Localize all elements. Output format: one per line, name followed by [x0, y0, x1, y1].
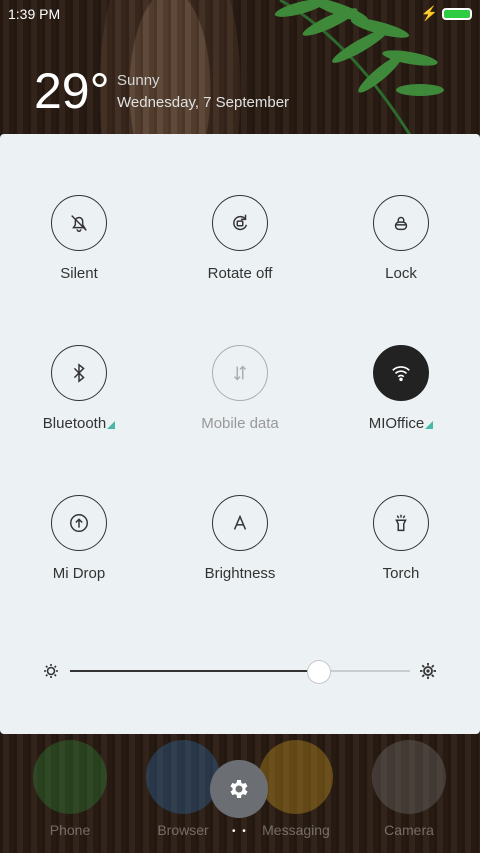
tile-mi-drop[interactable]: Mi Drop — [0, 495, 159, 582]
camera-icon — [372, 740, 446, 814]
battery-icon — [442, 8, 472, 20]
tile-torch[interactable]: Torch — [321, 495, 480, 582]
tile-mobile-data[interactable]: Mobile data — [160, 345, 320, 432]
tile-label: Lock — [385, 265, 417, 282]
tile-label: Silent — [60, 265, 98, 282]
dock-app-phone[interactable]: Phone — [20, 740, 120, 838]
tile-brightness[interactable]: Brightness — [160, 495, 320, 582]
tile-label: Brightness — [204, 565, 276, 582]
settings-button[interactable] — [210, 760, 268, 818]
dock-label: Browser — [157, 822, 209, 838]
weather-condition: Sunny — [117, 72, 160, 89]
phone-icon — [33, 740, 107, 814]
mobile-data-icon — [212, 345, 268, 401]
page-indicator: • • — [232, 826, 248, 837]
tile-silent[interactable]: Silent — [0, 195, 159, 282]
tile-label: MIOffice — [368, 415, 425, 432]
status-bar: 1:39 PM ⚡ — [0, 0, 480, 28]
dock-label: Camera — [384, 822, 434, 838]
expand-indicator-icon[interactable] — [425, 421, 434, 429]
bell-off-icon — [51, 195, 107, 251]
dock-label: Phone — [49, 822, 91, 838]
lock-icon — [373, 195, 429, 251]
dock-label: Messaging — [262, 822, 330, 838]
weather-temperature[interactable]: 29° — [34, 62, 110, 120]
charging-icon: ⚡ — [420, 5, 438, 21]
tile-label-wrap: MIOffice — [321, 415, 480, 432]
gear-icon — [230, 780, 248, 798]
tile-lock[interactable]: Lock — [321, 195, 480, 282]
messaging-icon — [259, 740, 333, 814]
date-text[interactable]: Wednesday, 7 September — [117, 94, 289, 111]
bluetooth-icon — [51, 345, 107, 401]
browser-icon — [146, 740, 220, 814]
expand-indicator-icon[interactable] — [107, 421, 116, 429]
brightness-low-icon — [44, 664, 58, 678]
tile-label-wrap: Bluetooth — [0, 415, 159, 432]
dock-app-camera[interactable]: Camera — [359, 740, 459, 838]
tile-label: Bluetooth — [42, 415, 107, 432]
brightness-thumb[interactable] — [307, 660, 332, 684]
tile-label: Mi Drop — [52, 565, 106, 582]
tile-label: Torch — [382, 565, 420, 582]
tile-rotate[interactable]: Rotate off — [160, 195, 320, 282]
tile-label: Mobile data — [201, 415, 279, 432]
torch-icon — [373, 495, 429, 551]
wifi-icon — [373, 345, 429, 401]
tile-bluetooth[interactable]: Bluetooth — [0, 345, 159, 432]
brightness-fill — [70, 670, 319, 672]
brightness-slider[interactable] — [70, 660, 410, 684]
tile-label: Rotate off — [207, 265, 273, 282]
tile-wifi[interactable]: MIOffice — [321, 345, 480, 432]
brightness-high-icon — [420, 663, 436, 679]
auto-brightness-icon — [212, 495, 268, 551]
upload-icon — [51, 495, 107, 551]
rotate-lock-icon — [212, 195, 268, 251]
status-time: 1:39 PM — [8, 6, 61, 22]
